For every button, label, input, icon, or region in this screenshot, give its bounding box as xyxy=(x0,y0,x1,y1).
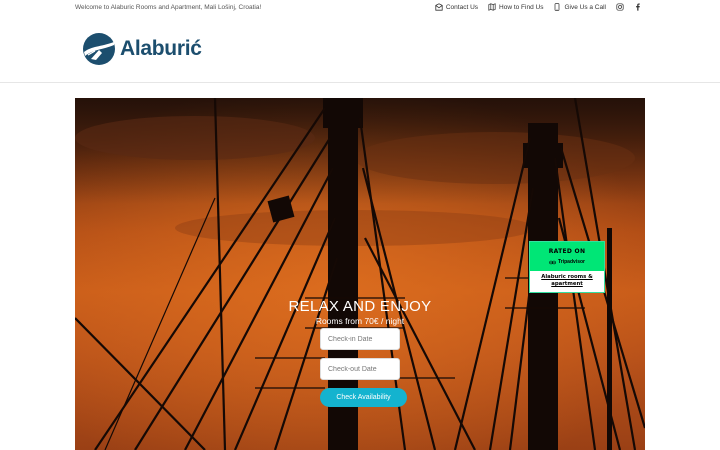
instagram-link[interactable] xyxy=(616,3,624,11)
envelope-icon xyxy=(435,3,443,11)
check-in-date-input[interactable] xyxy=(320,328,400,350)
tripadvisor-listing-link[interactable]: Alaburic rooms & apartment xyxy=(530,271,604,288)
hero-subtitle: Rooms from 70€ / night xyxy=(315,316,405,326)
check-availability-button[interactable]: Check Availability xyxy=(320,388,407,407)
give-us-a-call-link[interactable]: Give Us a Call xyxy=(553,3,606,11)
tripadvisor-brand: Tripadvisor xyxy=(558,259,585,265)
give-us-a-call-label: Give Us a Call xyxy=(564,3,606,11)
logo-mark-icon xyxy=(83,33,115,65)
site-logo[interactable]: Alaburić xyxy=(82,32,202,66)
check-out-date-input[interactable] xyxy=(320,358,400,380)
phone-icon xyxy=(555,3,560,11)
hero-title: RELAX AND ENJOY xyxy=(288,298,432,315)
map-icon xyxy=(488,3,496,11)
contact-us-link[interactable]: Contact Us xyxy=(435,3,478,11)
welcome-text: Welcome to Alaburic Rooms and Apartment,… xyxy=(75,4,262,11)
contact-us-label: Contact Us xyxy=(445,3,479,11)
how-to-find-us-link[interactable]: How to Find Us xyxy=(488,3,543,11)
hero-section: RELAX AND ENJOY Rooms from 70€ / night C… xyxy=(75,98,645,450)
tripadvisor-owl-icon xyxy=(549,260,556,264)
tripadvisor-badge[interactable]: RATED ON Tripadvisor Alaburic rooms & ap… xyxy=(529,241,605,293)
instagram-icon xyxy=(616,3,624,11)
rated-on-label: RATED ON xyxy=(548,248,586,255)
top-bar: Welcome to Alaburic Rooms and Apartment,… xyxy=(0,0,720,19)
facebook-link[interactable] xyxy=(634,3,642,11)
site-header: Alaburić xyxy=(0,18,720,83)
facebook-icon xyxy=(636,3,640,11)
logo-text: Alaburić xyxy=(120,37,202,60)
top-links: Contact Us How to Find Us Give Us a Call xyxy=(435,3,642,11)
how-to-find-us-label: How to Find Us xyxy=(499,3,544,11)
tripadvisor-logo: Tripadvisor xyxy=(530,259,604,265)
tripadvisor-badge-header: RATED ON Tripadvisor xyxy=(530,242,604,271)
